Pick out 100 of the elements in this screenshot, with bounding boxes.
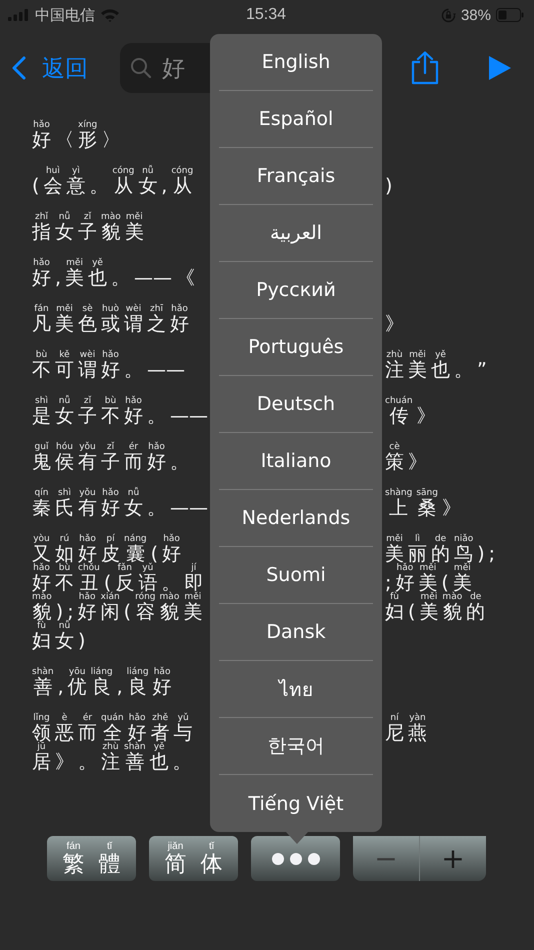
annotated-character: zhī 之 <box>146 304 167 334</box>
annotated-character: pí 皮 <box>100 534 120 564</box>
annotated-character: wèi 谓 <box>123 304 144 334</box>
annotated-character: mào 貌 <box>100 212 122 242</box>
annotated-character: jí 即 <box>183 563 204 593</box>
language-option[interactable]: Español <box>219 91 373 148</box>
annotated-character: hǎo 好 <box>152 667 173 697</box>
annotated-character: cóng 从 <box>111 166 136 196</box>
annotated-character: hǎo 好 <box>128 713 148 743</box>
annotated-character: ) <box>77 629 86 651</box>
annotated-character: yǔ 语 <box>138 563 158 593</box>
annotated-character: ní 尼 <box>384 713 405 743</box>
annotated-character: nǚ 女 <box>54 621 75 651</box>
script-button[interactable]: jiǎn 简 tǐ 体 <box>149 836 238 881</box>
language-option[interactable]: Italiano <box>219 433 373 490</box>
annotated-character: fù 妇 <box>384 592 404 622</box>
annotated-character: 。 <box>88 174 110 196</box>
language-option[interactable]: ไทย <box>219 661 373 718</box>
annotated-character: hǎo 好 <box>76 592 98 622</box>
annotated-character: fán 凡 <box>31 304 52 334</box>
annotated-character: bù 不 <box>100 396 121 426</box>
annotated-character: nǚ 女 <box>54 396 75 426</box>
annotated-character: de 的 <box>431 534 451 564</box>
language-option[interactable]: Dansk <box>219 604 373 661</box>
annotated-character: ; <box>67 600 75 622</box>
annotated-character: měi 美 <box>182 592 204 622</box>
annotated-character: ) <box>54 600 64 622</box>
annotated-character: cè 策 <box>384 442 405 472</box>
annotated-character: hóu 侯 <box>54 442 75 472</box>
annotated-character: hǎo 好 <box>123 396 144 426</box>
annotated-character: —— <box>146 358 186 380</box>
annotated-character: shì 氏 <box>54 488 75 518</box>
battery-icon <box>496 8 524 22</box>
annotated-character: měi 美 <box>407 350 428 380</box>
language-option[interactable]: Nederlands <box>219 490 373 547</box>
language-option[interactable]: 한국어 <box>219 718 373 775</box>
language-option[interactable]: Português <box>219 319 373 376</box>
annotated-character: wèi 谓 <box>77 350 98 380</box>
language-option[interactable]: Русский <box>219 262 373 319</box>
script-button[interactable]: fán 繁 tǐ 體 <box>47 836 136 881</box>
annotated-character: jū 居 <box>31 742 52 772</box>
more-icon <box>270 852 320 866</box>
annotated-character: 》 <box>407 450 428 472</box>
annotated-character: 《 <box>175 266 196 288</box>
annotated-character: de 的 <box>465 592 486 622</box>
annotated-character: è 恶 <box>54 713 75 743</box>
annotated-character: měi 美 <box>452 563 472 593</box>
annotated-character: 》 <box>54 750 75 772</box>
annotated-character: lǐng 领 <box>31 713 52 743</box>
chevron-left-icon <box>12 56 26 80</box>
annotated-character: sāng 桑 <box>415 488 439 518</box>
annotated-character: yě 也 <box>148 742 170 772</box>
annotated-character: shì 是 <box>31 396 52 426</box>
annotated-character: hǎo 好 <box>77 534 97 564</box>
annotated-character: hǎo 好 <box>100 350 121 380</box>
annotated-character: ( <box>407 600 416 622</box>
annotated-character: ” <box>476 358 488 380</box>
more-button[interactable] <box>251 836 340 881</box>
annotated-character: ( <box>440 571 449 593</box>
annotated-character: hǎo 好 <box>146 442 167 472</box>
annotated-character: 。 <box>123 358 144 380</box>
annotated-character: 》 <box>440 496 462 518</box>
annotated-character: 〉 <box>100 128 122 150</box>
wifi-icon <box>100 8 120 22</box>
annotated-character: sè 色 <box>77 304 98 334</box>
annotated-character: yì 意 <box>65 166 86 196</box>
language-option[interactable]: English <box>219 34 373 91</box>
back-button[interactable]: 返回 <box>12 52 102 84</box>
play-icon[interactable] <box>488 55 512 81</box>
annotated-character: shàn 善 <box>123 742 147 772</box>
annotated-character: shàng 上 <box>384 488 414 518</box>
annotated-character: yǒu 有 <box>77 488 98 518</box>
annotated-character: mào 貌 <box>158 592 180 622</box>
annotated-character: —— <box>133 266 174 288</box>
annotated-character: hǎo 好 <box>169 304 190 334</box>
annotated-character: yǒu 有 <box>77 442 98 472</box>
annotated-character: ; <box>488 542 496 564</box>
language-option[interactable]: العربية <box>219 205 373 262</box>
annotated-character: chuán 传 <box>384 396 414 426</box>
annotated-character: ( <box>122 600 132 622</box>
annotated-character: ) <box>476 542 486 564</box>
annotated-character: 》 <box>416 404 437 426</box>
annotated-character: , <box>160 174 168 196</box>
annotated-character: 。 <box>77 750 98 772</box>
language-option[interactable]: Suomi <box>219 547 373 604</box>
annotated-character: chǒu 丑 <box>77 563 101 593</box>
annotated-character: ér 而 <box>77 713 98 743</box>
language-option[interactable]: Deutsch <box>219 376 373 433</box>
annotated-character: xián 闲 <box>100 592 121 622</box>
rotation-lock-icon <box>440 8 456 22</box>
share-icon[interactable] <box>410 51 440 85</box>
carrier-name: 中国电信 <box>35 6 95 24</box>
annotated-character: niǎo 鸟 <box>453 534 474 564</box>
annotated-character: zhù 注 <box>384 350 405 380</box>
language-option[interactable]: Tiếng Việt <box>219 775 373 832</box>
annotated-character: fù 妇 <box>31 621 52 651</box>
annotated-character: měi 美 <box>124 212 145 242</box>
annotated-character: měi 美 <box>384 534 404 564</box>
language-option[interactable]: Français <box>219 148 373 205</box>
annotated-character: zhǐ 指 <box>31 212 52 242</box>
